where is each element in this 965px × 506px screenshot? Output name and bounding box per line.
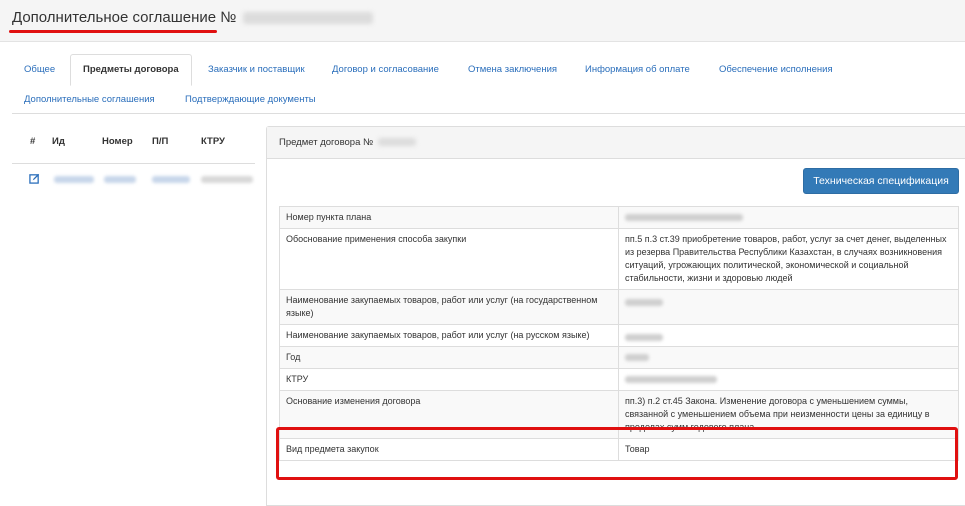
tab-additional-agreements[interactable]: Дополнительные соглашения bbox=[24, 94, 155, 105]
tab-contract-subjects[interactable]: Предметы договора bbox=[70, 54, 192, 86]
page-title: Дополнительное соглашение № bbox=[12, 9, 373, 26]
panel-title-text: Предмет договора № bbox=[279, 137, 374, 148]
col-number: Номер bbox=[102, 136, 133, 147]
panel-title: Предмет договора № bbox=[279, 137, 416, 148]
row-label: Наименование закупаемых товаров, работ и… bbox=[279, 289, 619, 325]
table-row: Номер пункта плана bbox=[279, 206, 959, 229]
tab-cancellation[interactable]: Отмена заключения bbox=[468, 64, 557, 75]
table-row: Год bbox=[279, 346, 959, 369]
list-header-divider bbox=[12, 163, 255, 164]
title-underline-annotation bbox=[9, 30, 217, 33]
redacted-subject-number bbox=[377, 138, 416, 147]
table-row: КТРУ bbox=[279, 368, 959, 391]
col-pp: П/П bbox=[152, 136, 169, 147]
row-label: Обоснование применения способа закупки bbox=[279, 228, 619, 290]
table-row: Обоснование применения способа закупки п… bbox=[279, 228, 959, 290]
technical-specification-button[interactable]: Техническая спецификация bbox=[803, 168, 959, 194]
tab-general[interactable]: Общее bbox=[24, 64, 55, 75]
row-value-redacted bbox=[618, 324, 959, 347]
page-header: Дополнительное соглашение № bbox=[0, 0, 965, 42]
tab-contract-approval[interactable]: Договор и согласование bbox=[332, 64, 439, 75]
tab-performance-security[interactable]: Обеспечение исполнения bbox=[719, 64, 833, 75]
tab-bar: Общее Предметы договора Заказчик и поста… bbox=[12, 54, 965, 114]
tab-customer-supplier[interactable]: Заказчик и поставщик bbox=[208, 64, 305, 75]
row-value: пп.5 п.3 ст.39 приобретение товаров, раб… bbox=[618, 228, 959, 290]
table-row: Наименование закупаемых товаров, работ и… bbox=[279, 324, 959, 347]
row-ktru-redacted bbox=[201, 176, 253, 183]
col-ktru: КТРУ bbox=[201, 136, 225, 147]
tab-payment-info[interactable]: Информация об оплате bbox=[585, 64, 690, 75]
row-pp-redacted bbox=[152, 176, 190, 183]
row-label: Наименование закупаемых товаров, работ и… bbox=[279, 324, 619, 347]
row-value-redacted bbox=[618, 206, 959, 229]
row-id-redacted[interactable] bbox=[54, 176, 94, 183]
row-label: Год bbox=[279, 346, 619, 369]
row-number-redacted bbox=[104, 176, 136, 183]
subject-details-table: Номер пункта плана Обоснование применени… bbox=[279, 206, 959, 461]
panel-header: Предмет договора № bbox=[267, 127, 965, 159]
edit-icon[interactable] bbox=[29, 173, 40, 184]
row-value-redacted bbox=[618, 368, 959, 391]
page-title-text: Дополнительное соглашение № bbox=[12, 9, 237, 26]
redacted-number bbox=[242, 12, 373, 25]
col-hash: # bbox=[30, 136, 36, 147]
row-value-redacted bbox=[618, 289, 959, 325]
row-value-redacted bbox=[618, 346, 959, 369]
row-label: КТРУ bbox=[279, 368, 619, 391]
tab-supporting-documents[interactable]: Подтверждающие документы bbox=[185, 94, 316, 105]
row-label: Номер пункта плана bbox=[279, 206, 619, 229]
highlight-annotation bbox=[276, 427, 958, 480]
col-id: Ид bbox=[52, 136, 65, 147]
table-row: Наименование закупаемых товаров, работ и… bbox=[279, 289, 959, 325]
